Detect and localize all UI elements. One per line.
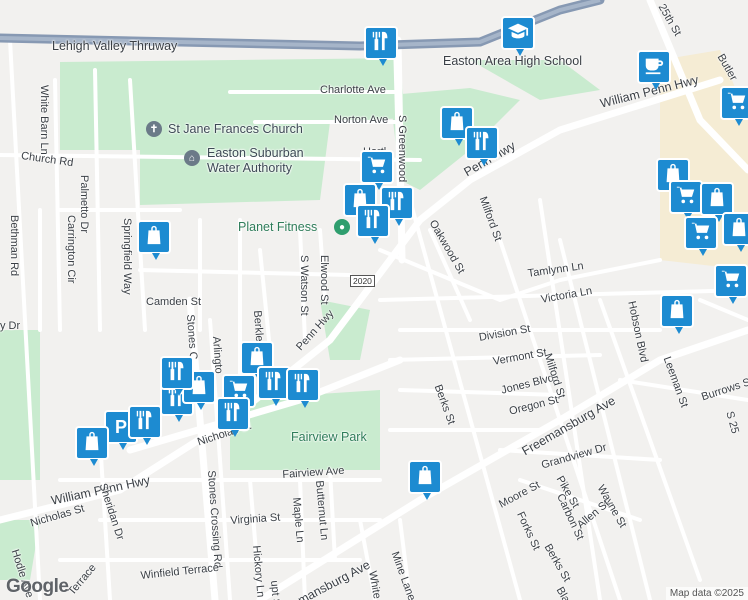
elwood-st-label: Elwood St bbox=[318, 255, 330, 305]
shopping-cart-icon bbox=[675, 184, 697, 211]
shopping-bag-icon bbox=[81, 430, 103, 457]
shopping-bag-icon bbox=[728, 216, 748, 243]
map-attribution[interactable]: Map data ©2025 bbox=[665, 587, 748, 600]
palmetto-dr-label: Palmetto Dr bbox=[78, 175, 90, 234]
restaurant-pin-greenwood[interactable] bbox=[465, 126, 499, 166]
restaurant-icon bbox=[292, 372, 314, 399]
camden-st-label: Camden St bbox=[146, 296, 202, 308]
hupt-st-label: upt St bbox=[268, 580, 283, 600]
bethman-rd-label: Bethman Rd bbox=[8, 215, 20, 277]
carrington-cir-label: Carrington Cir bbox=[65, 215, 77, 284]
restaurant-pin-west-2[interactable] bbox=[160, 356, 194, 396]
restaurant-icon bbox=[134, 409, 156, 436]
restaurant-pin-fitness-2[interactable] bbox=[356, 204, 390, 244]
shopping-bag-icon bbox=[143, 224, 165, 251]
school-pin[interactable] bbox=[501, 16, 535, 56]
shopping-pin-freemansburg[interactable] bbox=[660, 294, 694, 334]
shopping-pin-berks-south[interactable] bbox=[408, 460, 442, 500]
shopping-cart-icon bbox=[720, 268, 742, 295]
white-barn-ln-label: White Barn Ln bbox=[38, 85, 50, 155]
lehigh-valley-thruway-label: Lehigh Valley Thruway bbox=[52, 39, 178, 53]
fairview-park-label[interactable]: Fairview Park bbox=[291, 431, 367, 444]
restaurant-pin-nicholas[interactable] bbox=[216, 397, 250, 437]
school-icon bbox=[507, 20, 529, 47]
s-greenwood-label: S Greenwood bbox=[396, 115, 408, 183]
google-logo: Google bbox=[6, 576, 69, 597]
shopping-bag-icon bbox=[706, 186, 728, 213]
grocery-pin-cluster-right[interactable] bbox=[669, 180, 703, 220]
parking-icon: P bbox=[114, 416, 127, 437]
restaurant-icon bbox=[166, 360, 188, 387]
norton-ave-label: Norton Ave bbox=[334, 114, 389, 126]
map-canvas[interactable]: Lehigh Valley Thruway Easton Area High S… bbox=[0, 0, 748, 600]
arlington-label: Arlingto bbox=[210, 336, 225, 375]
s-watson-st-label: S Watson St bbox=[298, 255, 310, 316]
building-icon: ⌂ bbox=[184, 150, 200, 166]
shopping-pin-west-cluster-2[interactable] bbox=[75, 426, 109, 466]
shopping-pin-springfield[interactable] bbox=[137, 220, 171, 260]
dr-left-label: y Dr bbox=[0, 320, 21, 332]
charlotte-ave-label: Charlotte Ave bbox=[320, 84, 386, 96]
restaurant-pin-penn-2[interactable] bbox=[286, 368, 320, 408]
grocery-pin-right-edge[interactable] bbox=[714, 264, 748, 304]
restaurant-icon bbox=[471, 130, 493, 157]
st-jane-frances-church-label[interactable]: St Jane Frances Church bbox=[168, 123, 303, 136]
shopping-bag-icon bbox=[666, 298, 688, 325]
restaurant-pin-west[interactable] bbox=[128, 405, 162, 445]
grocery-pin-hartley[interactable] bbox=[360, 150, 394, 190]
cafe-pin[interactable] bbox=[637, 50, 671, 90]
berkley-label: Berkle bbox=[251, 310, 266, 342]
grocery-pin-far-right[interactable] bbox=[720, 86, 748, 126]
restaurant-icon bbox=[222, 401, 244, 428]
easton-suburban-label[interactable]: Easton Suburban bbox=[207, 147, 304, 160]
springfield-way-label: Springfield Way bbox=[121, 218, 133, 295]
restaurant-icon bbox=[263, 370, 285, 397]
restaurant-pin-top[interactable] bbox=[364, 26, 398, 66]
shopping-cart-icon bbox=[726, 90, 748, 117]
grocery-pin-cluster-right-2[interactable] bbox=[684, 216, 718, 256]
fitness-icon: ● bbox=[334, 219, 350, 235]
shopping-pin-cluster-right-2[interactable] bbox=[700, 182, 734, 222]
easton-area-high-school-label: Easton Area High School bbox=[443, 54, 582, 68]
shopping-cart-icon bbox=[366, 154, 388, 181]
cafe-icon bbox=[643, 54, 665, 81]
church-icon: ✝ bbox=[146, 121, 162, 137]
water-authority-label[interactable]: Water Authority bbox=[207, 162, 292, 175]
route-2020-shield: 2020 bbox=[350, 275, 375, 287]
shopping-bag-icon bbox=[414, 464, 436, 491]
restaurant-icon bbox=[362, 208, 384, 235]
shopping-cart-icon bbox=[690, 220, 712, 247]
shopping-pin-cluster-right-3[interactable] bbox=[722, 212, 748, 252]
restaurant-icon bbox=[370, 30, 392, 57]
planet-fitness-label[interactable]: Planet Fitness bbox=[238, 221, 317, 234]
